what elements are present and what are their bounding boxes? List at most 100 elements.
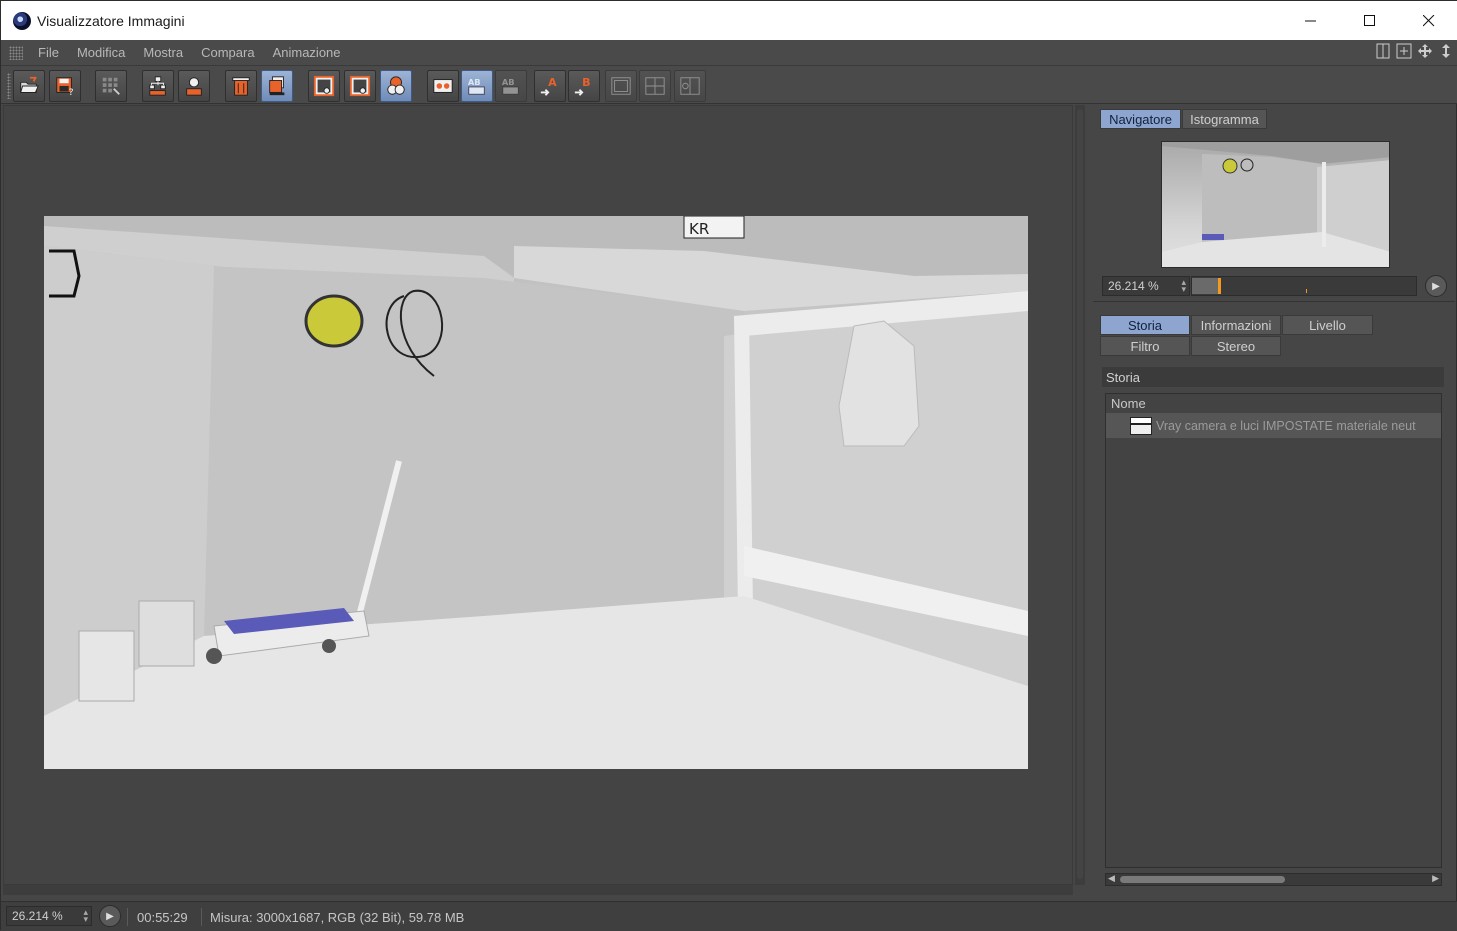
tab-informazioni[interactable]: Informazioni: [1191, 315, 1281, 335]
ab-active-button[interactable]: AB: [461, 70, 493, 102]
play-icon: ▶: [1432, 280, 1440, 292]
window-title: Visualizzatore Immagini: [37, 12, 185, 29]
navigator-play-button[interactable]: ▶: [1425, 275, 1447, 297]
play-icon: ▶: [106, 910, 114, 922]
layout-1-button[interactable]: [605, 70, 637, 102]
open-file-button[interactable]: [13, 70, 45, 102]
ab-icon: [433, 79, 453, 93]
maximize-button[interactable]: [1340, 1, 1399, 40]
window-controls: [1281, 1, 1457, 40]
menu-modifica[interactable]: Modifica: [74, 45, 128, 60]
set-a-icon: A: [540, 76, 557, 96]
image-filter-button[interactable]: [95, 70, 127, 102]
toolbar: ? AB AB A B: [1, 66, 1457, 104]
rendered-image[interactable]: KR: [44, 216, 1028, 769]
cinema4d-logo-icon: [13, 11, 31, 30]
remove-image-button[interactable]: [225, 70, 257, 102]
render-region-button[interactable]: [344, 70, 376, 102]
navigator-preview-image: [1162, 142, 1389, 267]
layout-3-button[interactable]: [674, 70, 706, 102]
svg-text:?: ?: [69, 87, 74, 97]
history-row[interactable]: Vray camera e luci IMPOSTATE materiale n…: [1106, 414, 1441, 438]
svg-text:AB: AB: [468, 77, 481, 87]
layout-icon: [680, 77, 700, 95]
history-horizontal-scrollbar[interactable]: ◀ ▶: [1105, 873, 1442, 886]
layout-2-button[interactable]: [639, 70, 671, 102]
user-button[interactable]: [178, 70, 210, 102]
viewport-horizontal-scrollbar[interactable]: [3, 885, 1073, 895]
vertical-scroll-thumb[interactable]: [1077, 109, 1083, 879]
set-b-button[interactable]: B: [568, 70, 600, 102]
menu-mostra[interactable]: Mostra: [140, 45, 186, 60]
menu-animazione[interactable]: Animazione: [270, 45, 344, 60]
tab-stereo[interactable]: Stereo: [1191, 336, 1281, 356]
svg-text:B: B: [582, 76, 590, 89]
ab-view-button[interactable]: [427, 70, 459, 102]
delete-icon: [232, 77, 250, 96]
new-panel-icon[interactable]: [1395, 43, 1412, 60]
ab-active-icon: AB: [468, 77, 485, 95]
stack-button[interactable]: [261, 70, 293, 102]
maximize-icon: [1363, 14, 1375, 26]
menu-compara[interactable]: Compara: [198, 45, 257, 60]
layout-icon: [611, 77, 631, 95]
folder-open-icon: [20, 76, 39, 93]
status-zoom-field[interactable]: 26.214 % ▴ ▾: [6, 906, 92, 926]
toolbar-grip-icon: [7, 73, 11, 99]
status-zoom-spin-icon[interactable]: ▴ ▾: [83, 908, 88, 924]
svg-text:A: A: [548, 76, 557, 89]
compare-mode-button[interactable]: [380, 70, 412, 102]
region-icon: [313, 75, 335, 97]
grid-icon: [102, 77, 120, 95]
slider-tick: [1306, 289, 1307, 293]
scroll-right-icon[interactable]: ▶: [1432, 873, 1439, 884]
save-file-button[interactable]: ?: [49, 70, 81, 102]
history-section-title: Storia: [1102, 367, 1444, 387]
panel-layout-icon[interactable]: [1374, 43, 1391, 60]
menu-grip-icon: [9, 45, 23, 60]
minimize-icon: [1304, 20, 1316, 21]
status-separator: [127, 908, 128, 926]
ab-dim-button[interactable]: AB: [495, 70, 527, 102]
navigator-thumbnail[interactable]: [1161, 141, 1390, 268]
close-icon: [1422, 14, 1434, 26]
close-button[interactable]: [1399, 1, 1457, 40]
tab-navigatore[interactable]: Navigatore: [1100, 109, 1181, 129]
slider-fill: [1192, 278, 1218, 294]
tab-istogramma[interactable]: Istogramma: [1182, 109, 1267, 129]
history-column-name[interactable]: Nome: [1106, 394, 1441, 414]
tab-livello[interactable]: Livello: [1282, 315, 1373, 335]
status-image-info: Misura: 3000x1687, RGB (32 Bit), 59.78 M…: [210, 910, 465, 925]
minimize-button[interactable]: [1281, 1, 1340, 40]
tab-storia[interactable]: Storia: [1100, 315, 1190, 335]
tree-add-icon: [149, 76, 166, 96]
scroll-left-icon[interactable]: ◀: [1108, 873, 1115, 884]
navigator-zoom-slider[interactable]: [1191, 276, 1417, 296]
layout-controls: [1374, 43, 1454, 60]
status-play-button[interactable]: ▶: [99, 905, 121, 927]
history-row-label: Vray camera e luci IMPOSTATE materiale n…: [1156, 419, 1416, 433]
navigator-zoom-value: 26.214 %: [1108, 279, 1159, 293]
status-time: 00:55:29: [137, 910, 188, 925]
slider-knob[interactable]: [1218, 278, 1221, 294]
user-icon: [186, 77, 202, 96]
save-icon: ?: [56, 77, 74, 97]
show-region-button[interactable]: [308, 70, 340, 102]
status-separator: [201, 908, 202, 926]
set-a-button[interactable]: A: [534, 70, 566, 102]
zoom-spin-icon[interactable]: ▴ ▾: [1181, 278, 1186, 294]
tab-filtro[interactable]: Filtro: [1100, 336, 1190, 356]
navigator-zoom-field[interactable]: 26.214 % ▴ ▾: [1102, 276, 1190, 296]
title-bar: Visualizzatore Immagini: [1, 1, 1457, 40]
svg-text:KR: KR: [689, 220, 709, 238]
menu-bar: File Modifica Mostra Compara Animazione: [1, 40, 1457, 66]
garage-render-image: KR: [44, 216, 1028, 769]
status-zoom-value: 26.214 %: [12, 909, 63, 923]
history-scroll-thumb[interactable]: [1120, 876, 1285, 883]
add-to-stack-button[interactable]: [142, 70, 174, 102]
move-icon[interactable]: [1416, 43, 1433, 60]
menu-file[interactable]: File: [35, 45, 62, 60]
dock-icon[interactable]: [1437, 43, 1454, 60]
layout-icon: [645, 77, 665, 95]
viewport-vertical-scrollbar[interactable]: [1075, 105, 1085, 885]
